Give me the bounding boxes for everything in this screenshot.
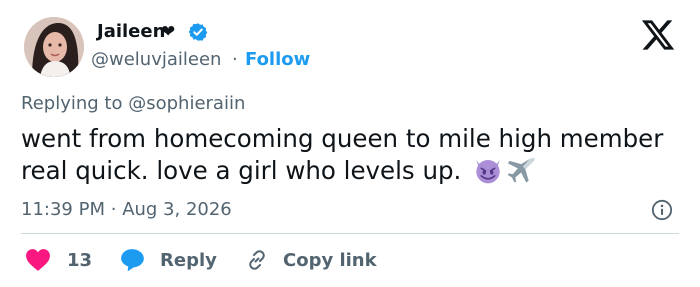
user-handle[interactable]: @weluvjaileen: [91, 48, 221, 72]
reply-label: Reply: [160, 249, 217, 271]
timestamp[interactable]: 11:39 PM · Aug 3, 2026: [21, 198, 232, 222]
heart-icon: [26, 249, 50, 271]
tweet-body: went from homecoming queen to mile high …: [21, 124, 664, 185]
follow-button[interactable]: Follow: [245, 48, 310, 72]
link-icon: [249, 250, 265, 270]
divider: [21, 233, 679, 234]
tweet-text: went from homecoming queen to mile high …: [21, 123, 681, 187]
separator-dot: ·: [232, 49, 238, 70]
heart-emoji: ❤: [161, 22, 176, 42]
smiling-devil-emoji-icon: [473, 155, 503, 185]
reply-context: Replying to @sophieraiin: [21, 92, 245, 116]
tweet-time: 11:39 PM: [21, 199, 105, 220]
like-button[interactable]: 13: [25, 246, 92, 274]
verified-badge-icon: [188, 22, 208, 42]
reply-bubble-icon: [121, 249, 144, 272]
reply-mention-link[interactable]: @sophieraiin: [128, 93, 245, 114]
reply-context-prefix: Replying to: [21, 93, 123, 114]
timestamp-separator: ·: [110, 199, 117, 220]
avatar-photo: [24, 17, 84, 77]
tweet-date: Aug 3, 2026: [122, 199, 232, 220]
info-icon[interactable]: [651, 199, 673, 221]
reply-button[interactable]: Reply: [120, 246, 217, 274]
copy-link-button[interactable]: Copy link: [245, 246, 377, 274]
display-name[interactable]: Jaileen: [97, 20, 165, 44]
avatar[interactable]: [24, 17, 84, 77]
x-logo-icon[interactable]: [640, 17, 676, 53]
airplane-emoji-icon: [507, 155, 537, 185]
like-count: 13: [67, 249, 93, 271]
copy-link-label: Copy link: [283, 249, 377, 271]
